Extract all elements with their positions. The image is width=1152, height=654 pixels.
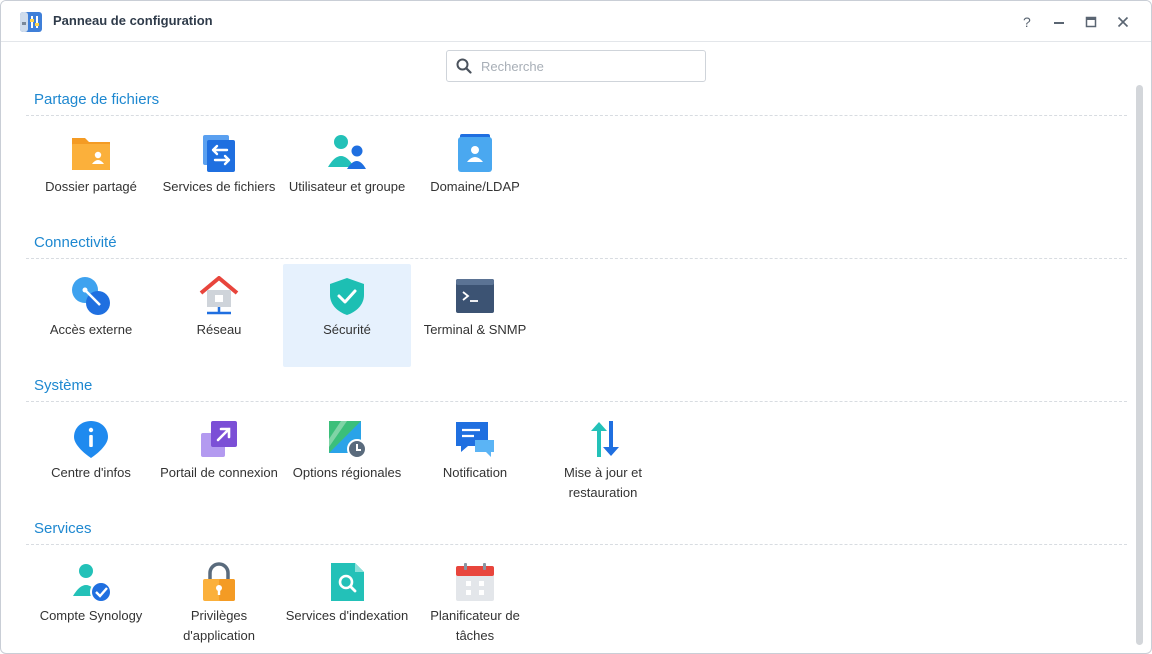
item-security[interactable]: Sécurité <box>283 264 411 367</box>
section-divider <box>26 401 1127 402</box>
control-panel-app-icon <box>20 12 42 32</box>
maximize-icon <box>1085 16 1097 28</box>
item-label: Planificateur de tâches <box>430 608 520 643</box>
section-services: Services Compte Synology Privilèges d'ap… <box>26 520 1127 653</box>
help-button[interactable]: ? <box>1016 11 1038 33</box>
item-login-portal[interactable]: Portail de connexion <box>155 407 283 510</box>
item-indexing-service[interactable]: Services d'indexation <box>283 550 411 653</box>
item-label: Compte Synology <box>39 608 143 623</box>
section-system: Système Centre d'infos Portail de connex… <box>26 377 1127 517</box>
indexing-service-icon <box>331 563 364 601</box>
info-center-icon <box>74 421 108 458</box>
control-panel-window: Panneau de configuration ? Recherche Par… <box>0 0 1152 654</box>
item-task-scheduler[interactable]: Planificateur de tâches <box>411 550 539 653</box>
section-file-sharing: Partage de fichiers Dossier partagé Serv… <box>26 91 1127 231</box>
item-terminal-snmp[interactable]: Terminal & SNMP <box>411 264 539 367</box>
item-label: Domaine/LDAP <box>430 179 520 194</box>
regional-options-icon <box>329 421 367 459</box>
section-connectivity: Connectivité Accès externe Réseau Sécuri… <box>26 234 1127 374</box>
update-restore-icon <box>591 421 619 457</box>
synology-account-icon <box>73 564 111 602</box>
app-privileges-icon <box>203 562 235 601</box>
item-label: Sécurité <box>323 322 371 337</box>
item-label: Options régionales <box>292 465 402 480</box>
item-label: Accès externe <box>49 322 133 337</box>
section-title: Services <box>34 520 92 537</box>
external-access-icon <box>72 277 110 315</box>
section-divider <box>26 544 1127 545</box>
section-divider <box>26 258 1127 259</box>
item-label: Terminal & SNMP <box>423 322 527 337</box>
item-label: Privilèges d'application <box>183 608 255 643</box>
terminal-icon <box>456 279 494 313</box>
security-shield-icon <box>330 278 364 315</box>
section-title: Connectivité <box>34 234 117 251</box>
item-app-privileges[interactable]: Privilèges d'application <box>155 550 283 653</box>
shared-folder-icon <box>72 138 110 170</box>
title-bar[interactable]: Panneau de configuration ? <box>1 1 1151 42</box>
help-icon: ? <box>1023 15 1031 29</box>
search-box[interactable] <box>446 50 706 82</box>
item-domain-ldap[interactable]: Domaine/LDAP <box>411 121 539 224</box>
login-portal-icon <box>201 421 237 457</box>
file-services-icon <box>203 135 235 172</box>
control-panel-content: Partage de fichiers Dossier partagé Serv… <box>1 81 1136 653</box>
section-divider <box>26 115 1127 116</box>
task-scheduler-icon <box>456 563 494 601</box>
item-network[interactable]: Réseau <box>155 264 283 367</box>
item-user-group[interactable]: Utilisateur et groupe <box>283 121 411 224</box>
domain-ldap-icon <box>458 134 492 172</box>
item-update-restore[interactable]: Mise à jour et restauration <box>539 407 667 510</box>
search-input[interactable] <box>479 56 698 76</box>
close-button[interactable] <box>1112 11 1134 33</box>
item-label: Dossier partagé <box>45 179 137 194</box>
item-file-services[interactable]: Services de fichiers <box>155 121 283 224</box>
item-label: Notification <box>442 465 508 480</box>
close-icon <box>1117 16 1129 28</box>
item-label: Utilisateur et groupe <box>288 179 406 194</box>
item-shared-folder[interactable]: Dossier partagé <box>27 121 155 224</box>
section-title: Partage de fichiers <box>34 91 160 108</box>
window-title: Panneau de configuration <box>53 13 213 28</box>
minimize-button[interactable] <box>1048 11 1070 33</box>
item-label: Services de fichiers <box>162 179 276 194</box>
item-label: Portail de connexion <box>160 465 278 480</box>
minimize-icon <box>1054 22 1064 24</box>
notification-icon <box>456 422 494 457</box>
item-label: Mise à jour et restauration <box>563 465 643 500</box>
svg-text:?: ? <box>1023 15 1031 29</box>
item-regional-options[interactable]: Options régionales <box>283 407 411 510</box>
item-external-access[interactable]: Accès externe <box>27 264 155 367</box>
item-notification[interactable]: Notification <box>411 407 539 510</box>
item-label: Services d'indexation <box>285 608 409 623</box>
item-info-center[interactable]: Centre d'infos <box>27 407 155 510</box>
user-group-icon <box>328 135 366 169</box>
vertical-scrollbar[interactable] <box>1136 85 1143 645</box>
section-title: Système <box>34 377 93 394</box>
network-icon <box>199 276 239 315</box>
item-synology-account[interactable]: Compte Synology <box>27 550 155 653</box>
search-icon <box>456 58 472 74</box>
maximize-button[interactable] <box>1080 11 1102 33</box>
item-label: Centre d'infos <box>51 465 131 480</box>
item-label: Réseau <box>196 322 242 337</box>
